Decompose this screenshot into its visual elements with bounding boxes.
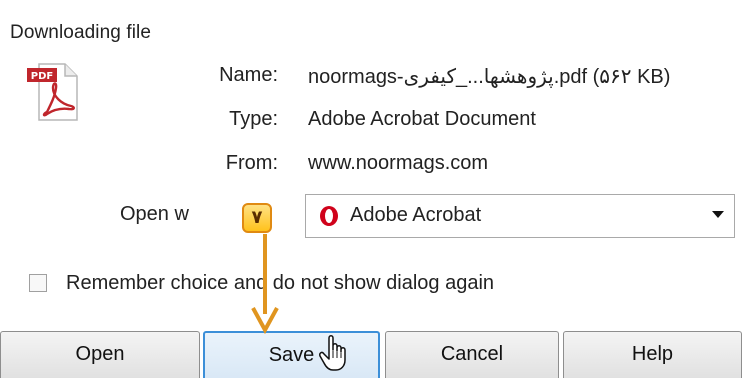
chevron-down-icon[interactable] [712, 211, 724, 218]
open-with-selected-value: Adobe Acrobat [350, 204, 482, 226]
cancel-button[interactable]: Cancel [385, 331, 559, 378]
help-button[interactable]: Help [563, 331, 742, 378]
file-name-value: noormags-پژوهشها..._کیفری.pdf (۵۶۲ KB) [308, 66, 671, 88]
hand-cursor-icon [319, 335, 346, 371]
type-label: Type: [229, 108, 278, 130]
file-type-value: Adobe Acrobat Document [308, 108, 536, 130]
opera-icon [320, 206, 338, 226]
tutorial-step-badge: ۷ [242, 203, 272, 233]
from-label: From: [225, 152, 278, 174]
download-dialog: Downloading file PDF Name: noormags-پژوه… [0, 0, 742, 378]
name-label: Name: [219, 64, 278, 86]
open-button[interactable]: Open [0, 331, 200, 378]
pdf-badge-text: PDF [31, 71, 53, 82]
dialog-title: Downloading file [10, 22, 152, 43]
remember-choice-checkbox[interactable] [29, 274, 47, 292]
remember-choice-label[interactable]: Remember choice and do not show dialog a… [66, 272, 494, 295]
arrow-down-icon [251, 234, 279, 334]
pdf-file-icon: PDF [27, 63, 78, 121]
open-with-select[interactable]: Adobe Acrobat [305, 194, 735, 238]
save-button[interactable]: Save [203, 331, 380, 378]
source-value: www.noormags.com [308, 152, 489, 174]
